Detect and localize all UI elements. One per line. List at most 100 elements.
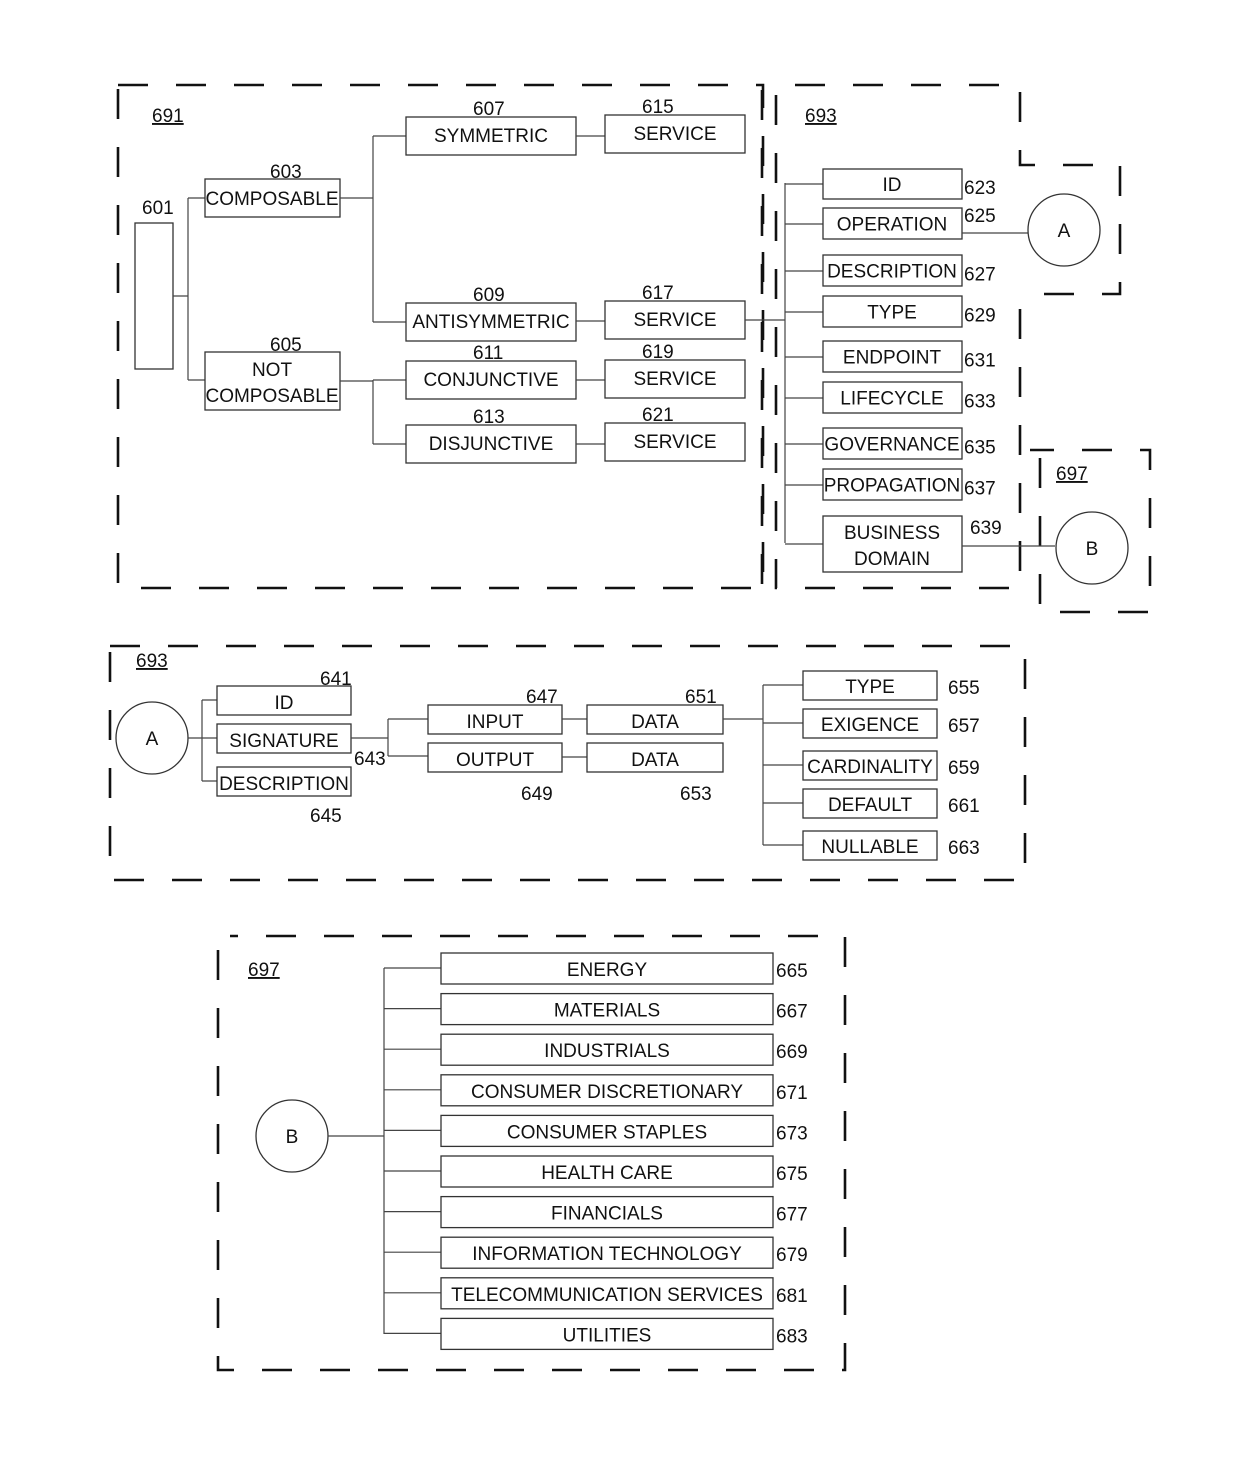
data-attribute-label: DEFAULT [828,795,913,816]
type-609: 609 ANTISYMMETRIC 617 SERVICE [405,283,746,342]
domain-label: CONSUMER DISCRETIONARY [471,1082,743,1103]
patent-diagram: 691 601 603 COMPOSABLE 605 NOT COMPOSABL… [108,83,1152,1372]
output-label: OUTPUT [456,750,535,771]
domain-item: CONSUMER STAPLES 673 [384,1114,808,1148]
region-693-detail-ref: 693 [136,651,168,672]
attribute-ref: 631 [964,351,996,372]
root-node [134,222,174,370]
input-label: INPUT [467,712,524,733]
attribute-ref: 635 [964,438,996,459]
attribute-item: TYPE 629 [785,295,996,328]
attribute-label: ENDPOINT [843,348,942,369]
attribute-ref: 627 [964,265,996,286]
attribute-label: ID [883,175,902,196]
domain-item: UTILITIES 683 [384,1317,808,1351]
domain-item: FINANCIALS 677 [384,1195,808,1229]
attribute-label-line1: BUSINESS [844,523,940,544]
type-607: 607 SYMMETRIC 615 SERVICE [405,97,746,156]
data-attribute-ref: 659 [948,758,980,779]
type-label: SYMMETRIC [434,126,548,147]
output-ref: 649 [521,784,553,805]
attribute-label: GOVERNANCE [824,435,959,456]
description-ref: 645 [310,806,342,827]
attribute-ref: 637 [964,479,996,500]
domain-label: CONSUMER STAPLES [507,1122,707,1143]
region-697-top-ref: 697 [1056,464,1088,485]
domain-label: MATERIALS [554,1001,660,1022]
domain-item: CONSUMER DISCRETIONARY 671 [384,1074,808,1107]
region-693-detail: 693 A 641 ID SIGNATURE 643 DESCRIPTION 6… [108,644,1027,882]
attribute-label: DESCRIPTION [827,262,957,283]
connector-b-label: B [1086,539,1099,560]
attribute-ref: 625 [964,206,996,227]
type-613: 613 DISJUNCTIVE 621 SERVICE [405,405,746,464]
domain-label: TELECOMMUNICATION SERVICES [451,1285,763,1306]
domain-label: INDUSTRIALS [544,1041,670,1062]
composable-connector [340,135,406,323]
attribute-ref: 633 [964,392,996,413]
a-connector [188,699,217,782]
attribute-item: DESCRIPTION 627 [785,254,996,287]
attribute-label-line2: DOMAIN [854,549,930,570]
domain-ref: 677 [776,1205,808,1226]
type-label: DISJUNCTIVE [429,434,554,455]
connector-b-label: B [286,1127,299,1148]
data-attribute-item: DEFAULT 661 [763,788,980,819]
attribute-item: ENDPOINT 631 [785,340,996,373]
composable-label: COMPOSABLE [205,189,338,210]
root-ref: 601 [142,198,174,219]
region-697-detail-ref: 697 [248,960,280,981]
type-label: ANTISYMMETRIC [412,312,569,333]
output-data-label: DATA [631,750,679,771]
signature-label: SIGNATURE [229,731,338,752]
service-label: SERVICE [633,432,716,453]
attribute-ref: 639 [970,518,1002,539]
domain-label: FINANCIALS [551,1204,663,1225]
attribute-item: LIFECYCLE 633 [785,381,996,414]
description-label: DESCRIPTION [219,774,349,795]
attribute-ref: 629 [964,306,996,327]
attribute-item: GOVERNANCE 635 [785,427,996,460]
region-693-top: 693 ID 623 OPERATION 625 DESCRIPTION 627 TYPE 6… [760,83,1122,590]
attribute-ref: 623 [964,178,996,199]
domain-ref: 683 [776,1326,808,1347]
data-attributes-spine [723,685,764,845]
not-composable-label-line2: COMPOSABLE [205,386,338,407]
domain-ref: 667 [776,1002,808,1023]
connector-a-label: A [1058,221,1071,242]
data-attribute-item: CARDINALITY 659 [763,750,980,781]
service-label: SERVICE [633,124,716,145]
not-composable-connector [340,379,406,445]
data-attribute-item: EXIGENCE 657 [763,708,980,739]
data-attribute-ref: 657 [948,716,980,737]
region-691-ref: 691 [152,106,184,127]
domain-ref: 671 [776,1083,808,1104]
data-attribute-ref: 655 [948,678,980,699]
domain-label: UTILITIES [563,1325,652,1346]
data-attribute-label: NULLABLE [821,837,918,858]
data-attribute-ref: 661 [948,796,980,817]
domain-list: ENERGY 665 MATERIALS 667 INDUSTRIALS 669 CONSU… [384,952,808,1351]
domain-ref: 669 [776,1042,808,1063]
type-label: CONJUNCTIVE [423,370,558,391]
domain-item: ENERGY 665 [384,952,808,985]
domain-ref: 675 [776,1164,808,1185]
domain-ref: 681 [776,1286,808,1307]
id-label: ID [275,693,294,714]
data-attribute-label: CARDINALITY [807,757,933,778]
attribute-item: ID 623 [785,168,996,200]
data-attribute-list: TYPE 655 EXIGENCE 657 CARDINALITY 659 DEFAULT 6… [763,670,980,861]
data-attribute-item: NULLABLE 663 [763,830,980,861]
data-attribute-ref: 663 [948,838,980,859]
domain-label: ENERGY [567,960,648,981]
region-693-ref: 693 [805,106,837,127]
domains-spine [328,968,385,1334]
attribute-item: BUSINESS DOMAIN 639 [785,515,1002,573]
domain-item: INFORMATION TECHNOLOGY 679 [384,1236,808,1269]
domain-ref: 673 [776,1123,808,1144]
type-611: 611 CONJUNCTIVE 619 SERVICE [405,342,746,400]
service-label: SERVICE [633,310,716,331]
domain-item: HEALTH CARE 675 [384,1155,808,1188]
attribute-item: OPERATION 625 [785,206,996,240]
data-attribute-label: EXIGENCE [821,715,919,736]
